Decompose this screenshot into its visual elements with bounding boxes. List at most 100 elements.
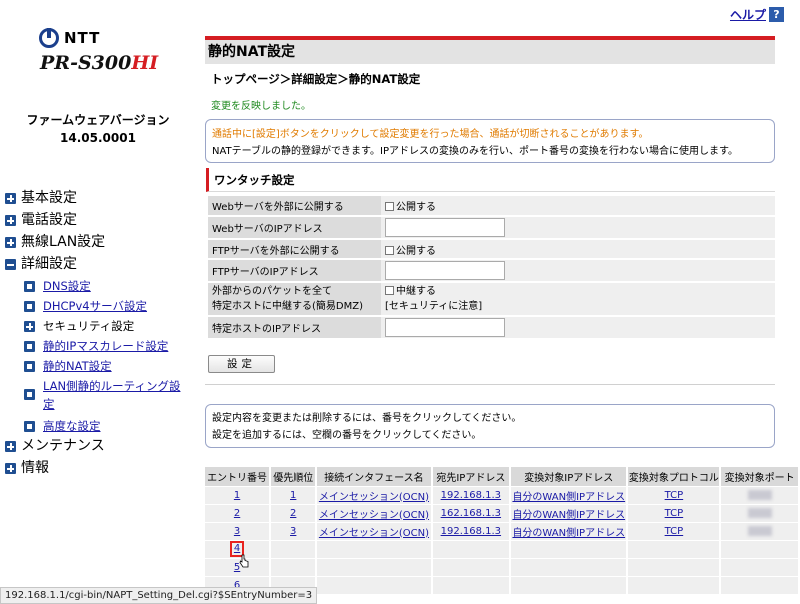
protocol-link[interactable]: TCP xyxy=(665,508,684,519)
nav-item-advanced[interactable]: 詳細設定 xyxy=(0,254,200,276)
ntt-logo: NTT xyxy=(39,28,100,48)
side-nav: 基本設定 電話設定 無線LAN設定 詳細設定 DNS設定 DHCPv4サーバ設定… xyxy=(0,188,200,480)
help-label[interactable]: ヘルプ xyxy=(730,6,766,23)
ftp-ip-cell xyxy=(381,259,775,283)
ftp-ip-input[interactable] xyxy=(385,261,505,280)
nav-sub-dhcpv4[interactable]: DHCPv4サーバ設定 xyxy=(0,296,200,316)
port-value-redacted xyxy=(747,489,772,500)
col-header-dest-ip: 宛先IPアドレス xyxy=(431,467,512,487)
bullet-icon xyxy=(24,341,35,352)
host-ip-label: 特定ホストのIPアドレス xyxy=(208,316,381,340)
nav-item-maintenance[interactable]: メンテナンス xyxy=(0,436,200,458)
table-row-empty: 5 xyxy=(205,558,800,577)
section-title: ワンタッチ設定 xyxy=(206,168,775,192)
table-row: Webサーバを外部に公開する 公開する xyxy=(208,196,775,217)
nav-sub-label[interactable]: セキュリティ設定 xyxy=(43,316,134,336)
nav-sub-dns[interactable]: DNS設定 xyxy=(0,276,200,296)
col-header-target-ip: 変換対象IPアドレス xyxy=(510,467,629,487)
model-prefix: PR-S300 xyxy=(40,52,132,74)
dmz-checkbox[interactable] xyxy=(385,286,394,295)
bullet-icon xyxy=(24,301,35,312)
collapse-minus-icon[interactable] xyxy=(5,259,16,270)
bullet-icon xyxy=(24,389,35,400)
web-public-checkbox[interactable] xyxy=(385,202,394,211)
maker-name: NTT xyxy=(64,29,101,47)
nav-sub-link[interactable]: DNS設定 xyxy=(43,276,91,296)
interface-link[interactable]: メインセッション(OCN) xyxy=(319,528,429,539)
nav-item-info[interactable]: 情報 xyxy=(0,458,200,480)
nav-sub-link[interactable]: LAN側静的ルーティング設定 xyxy=(43,377,188,413)
entry-number-link[interactable]: 3 xyxy=(234,526,240,537)
entry-table: エントリ番号 優先順位 接続インタフェース名 宛先IPアドレス 変換対象IPアド… xyxy=(205,467,800,595)
expand-plus-icon[interactable] xyxy=(5,237,16,248)
table-row: 外部からのパケットを全て 特定ホストに中継する(簡易DMZ) 中継する [セキュ… xyxy=(208,282,775,317)
expand-plus-icon[interactable] xyxy=(5,463,16,474)
entry-number-link[interactable]: 1 xyxy=(234,490,240,501)
firmware-version: 14.05.0001 xyxy=(60,131,136,145)
browser-status-bar: 192.168.1.1/cgi-bin/NAPT_Setting_Del.cgi… xyxy=(0,587,318,604)
expand-plus-icon[interactable] xyxy=(24,321,35,332)
table-header-row: エントリ番号 優先順位 接続インタフェース名 宛先IPアドレス 変換対象IPアド… xyxy=(205,467,800,487)
set-button[interactable]: 設定 xyxy=(208,355,275,373)
expand-plus-icon[interactable] xyxy=(5,441,16,452)
table-row-empty: 4 xyxy=(205,540,800,559)
dest-ip-link[interactable]: 192.168.1.3 xyxy=(441,526,501,537)
target-ip-link[interactable]: 自分のWAN側IPアドレス xyxy=(512,492,625,503)
table-row: 3 3 メインセッション(OCN) 192.168.1.3 自分のWAN側IPア… xyxy=(205,522,800,541)
dmz-cell: 中継する [セキュリティに注意] xyxy=(381,282,775,317)
dest-ip-link[interactable]: 162.168.1.3 xyxy=(441,508,501,519)
dmz-label: 外部からのパケットを全て 特定ホストに中継する(簡易DMZ) xyxy=(208,282,381,317)
priority-link[interactable]: 2 xyxy=(290,508,296,519)
ftp-ip-label: FTPサーバのIPアドレス xyxy=(208,259,381,283)
bullet-icon xyxy=(24,281,35,292)
dest-ip-link[interactable]: 192.168.1.3 xyxy=(441,490,501,501)
info-line-2: 設定を追加するには、空欄の番号をクリックしてください。 xyxy=(212,430,482,441)
web-public-cell: 公開する xyxy=(381,196,775,217)
priority-link[interactable]: 3 xyxy=(290,526,296,537)
nav-sub-advanced-settings[interactable]: 高度な設定 xyxy=(0,416,200,436)
interface-link[interactable]: メインセッション(OCN) xyxy=(319,510,429,521)
entry-number-link[interactable]: 2 xyxy=(234,508,240,519)
nav-sub-static-ip-masquerade[interactable]: 静的IPマスカレード設定 xyxy=(0,336,200,356)
nav-sub-static-nat[interactable]: 静的NAT設定 xyxy=(0,356,200,376)
nav-item-phone[interactable]: 電話設定 xyxy=(0,210,200,232)
main-content: ヘルプ ? 静的NAT設定 トップページ＞詳細設定＞静的NAT設定 変更を反映し… xyxy=(205,0,800,604)
host-ip-input[interactable] xyxy=(385,318,505,337)
nav-item-basic[interactable]: 基本設定 xyxy=(0,188,200,210)
ntt-mark-icon xyxy=(39,28,59,48)
breadcrumb: トップページ＞詳細設定＞静的NAT設定 xyxy=(211,72,421,86)
protocol-link[interactable]: TCP xyxy=(665,526,684,537)
dmz-label-line1: 外部からのパケットを全て xyxy=(212,286,332,297)
ftp-public-label: FTPサーバを外部に公開する xyxy=(208,239,381,260)
ftp-public-checkbox[interactable] xyxy=(385,245,394,255)
priority-link[interactable]: 1 xyxy=(290,490,296,501)
nav-sub-lan-static-routing[interactable]: LAN側静的ルーティング設定 xyxy=(0,376,200,416)
expand-plus-icon[interactable] xyxy=(5,193,16,204)
nav-sub-security[interactable]: セキュリティ設定 xyxy=(0,316,200,336)
table-row: FTPサーバのIPアドレス xyxy=(208,259,775,283)
target-ip-link[interactable]: 自分のWAN側IPアドレス xyxy=(512,528,625,539)
table-row: 特定ホストのIPアドレス xyxy=(208,316,775,340)
info-line-1: 設定内容を変更または削除するには、番号をクリックしてください。 xyxy=(212,413,522,424)
web-public-label: Webサーバを外部に公開する xyxy=(208,196,381,217)
notice-box: 通話中に[設定]ボタンをクリックして設定変更を行った場合、通話が切断されることが… xyxy=(205,119,775,163)
help-link[interactable]: ヘルプ ? xyxy=(730,6,784,23)
bullet-icon xyxy=(24,421,35,432)
checkbox-label: 公開する xyxy=(396,245,436,257)
help-question-icon[interactable]: ? xyxy=(769,7,784,22)
web-ip-input[interactable] xyxy=(385,218,505,237)
nav-sub-link[interactable]: 静的NAT設定 xyxy=(43,356,112,376)
nav-sub-link[interactable]: 静的IPマスカレード設定 xyxy=(43,336,168,356)
nav-item-label: 無線LAN設定 xyxy=(21,234,106,250)
protocol-link[interactable]: TCP xyxy=(665,490,684,501)
expand-plus-icon[interactable] xyxy=(5,215,16,226)
nav-item-label: メンテナンス xyxy=(21,438,105,454)
target-ip-link[interactable]: 自分のWAN側IPアドレス xyxy=(512,510,625,521)
nav-sub-link[interactable]: DHCPv4サーバ設定 xyxy=(43,296,147,316)
nav-item-wireless-lan[interactable]: 無線LAN設定 xyxy=(0,232,200,254)
nav-item-label: 詳細設定 xyxy=(21,256,77,272)
col-header-priority: 優先順位 xyxy=(270,467,318,487)
nav-sub-link[interactable]: 高度な設定 xyxy=(43,416,101,436)
interface-link[interactable]: メインセッション(OCN) xyxy=(319,492,429,503)
model-name: PR-S300HI xyxy=(40,52,158,74)
